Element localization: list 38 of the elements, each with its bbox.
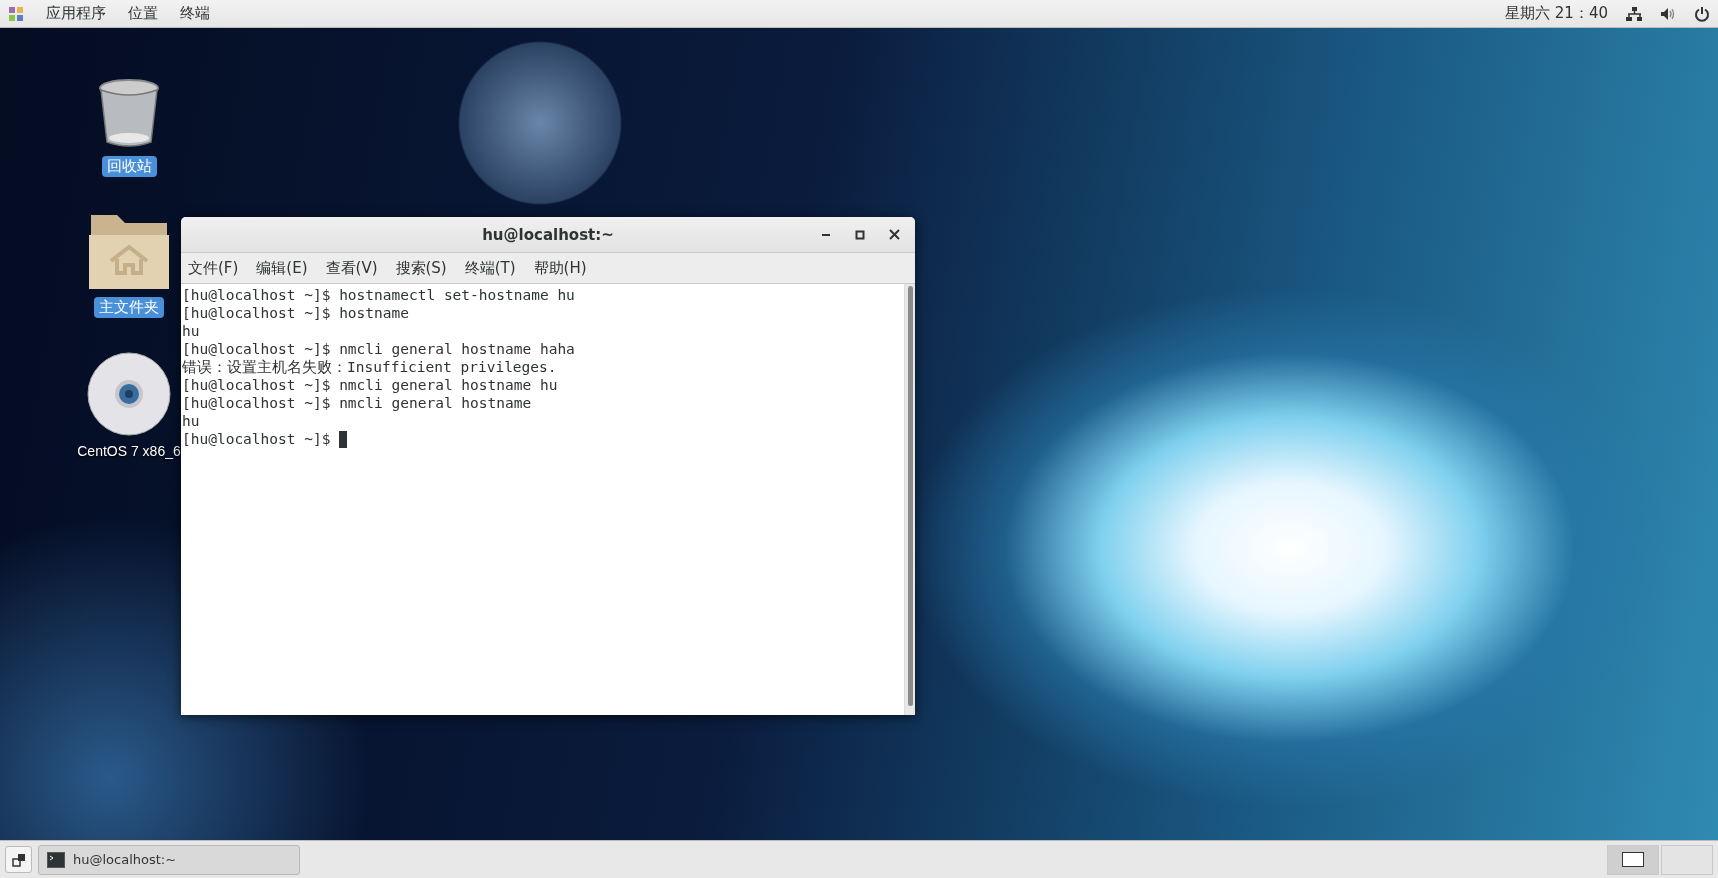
show-desktop-icon <box>11 852 26 867</box>
scrollbar[interactable] <box>904 284 915 715</box>
top-menu[interactable]: 应用程序 <box>46 4 106 23</box>
menu-item[interactable]: 文件(F) <box>186 256 241 280</box>
show-desktop-button[interactable] <box>5 846 32 873</box>
workspace-switcher[interactable] <box>1607 844 1659 875</box>
terminal-line: 错误：设置主机名失败：Insufficient privileges. <box>182 358 557 376</box>
apps-logo-icon <box>8 5 24 22</box>
close-icon <box>888 229 900 240</box>
terminal-line: [hu@localhost ~]$ hostname <box>182 304 409 322</box>
menu-item[interactable]: 帮助(H) <box>531 256 589 280</box>
terminal-line: hu <box>182 412 200 430</box>
terminal-line: [hu@localhost ~]$ nmcli general hostname <box>182 394 532 412</box>
menu-item[interactable]: 搜索(S) <box>393 256 449 280</box>
window-thumbnail-icon <box>1622 852 1644 867</box>
text-cursor <box>339 430 348 448</box>
top-menu[interactable]: 终端 <box>180 4 210 23</box>
window-title: hu@localhost:~ <box>482 225 614 244</box>
workspace-switcher[interactable] <box>1661 844 1713 875</box>
terminal-line: [hu@localhost ~]$ nmcli general hostname hu <box>182 376 558 394</box>
disc-icon <box>87 352 171 436</box>
terminal-line: hu <box>182 322 200 340</box>
power-icon[interactable] <box>1694 5 1710 22</box>
clock[interactable]: 星期六 21：40 <box>1505 4 1608 23</box>
menu-item[interactable]: 编辑(E) <box>254 256 310 280</box>
trash-bin-icon <box>97 78 161 150</box>
top-menu[interactable]: 位置 <box>128 4 158 23</box>
maximize-icon <box>855 229 865 240</box>
menu-item[interactable]: 终端(T) <box>462 256 518 280</box>
menu-item[interactable]: 查看(V) <box>323 256 380 280</box>
terminal-icon <box>47 851 65 868</box>
taskbar-window-button[interactable]: hu@localhost:~ <box>38 844 300 875</box>
network-icon[interactable] <box>1626 5 1642 22</box>
minimize-icon <box>822 233 830 236</box>
desktop-icon-label[interactable]: CentOS 7 x86_6 <box>77 442 181 460</box>
terminal-line: [hu@localhost ~]$ <box>182 430 332 448</box>
terminal-line: [hu@localhost ~]$ nmcli general hostname haha <box>182 340 575 358</box>
terminal-line: [hu@localhost ~]$ hostnamectl set-hostname hu <box>182 286 575 304</box>
